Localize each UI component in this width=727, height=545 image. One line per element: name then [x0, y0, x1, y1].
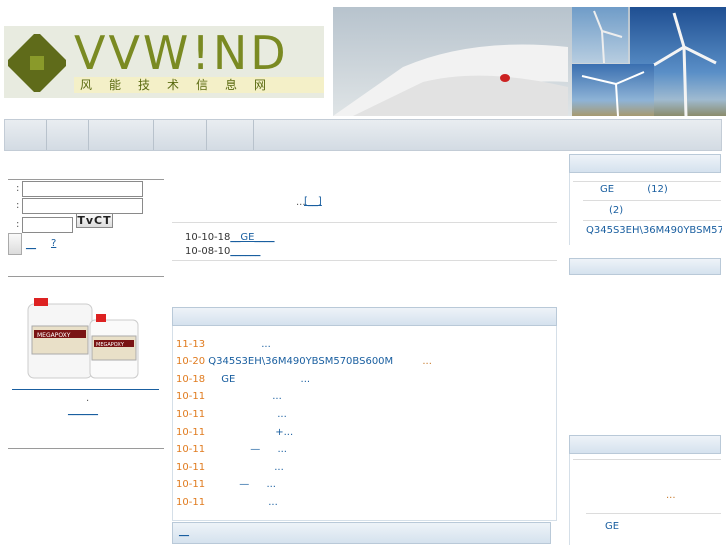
news-item[interactable]: 10-20 Q345S3EH\36M490YBSM570BS600M ... — [176, 356, 432, 367]
divider — [172, 222, 557, 223]
product-image-megapoxy[interactable]: MEGAPOXY MEGAPOXY — [24, 296, 142, 380]
captcha-image[interactable]: TvCT — [76, 213, 113, 228]
news-date: 10-18 — [176, 374, 206, 385]
news-date: 10-11 — [176, 462, 206, 473]
update-date: 10-08-10 — [185, 246, 231, 257]
nav-separator — [253, 120, 254, 150]
product-caption: . — [86, 393, 90, 404]
product-more-link[interactable]: ______ — [68, 405, 98, 416]
news-ellipsis: ... — [277, 444, 287, 455]
bottom-tab[interactable]: __ — [179, 526, 189, 537]
divider — [8, 179, 164, 180]
epoxy-containers-graphic: MEGAPOXY MEGAPOXY — [27, 298, 139, 379]
nav-item-5[interactable] — [207, 120, 253, 150]
news-ellipsis: ... — [300, 374, 311, 385]
nav-item-2[interactable] — [47, 120, 88, 150]
news-panel-header — [172, 307, 557, 326]
svg-text:MEGAPOXY: MEGAPOXY — [96, 342, 125, 348]
nav-item-3[interactable] — [89, 120, 153, 150]
logo-text: VVW!ND — [74, 26, 289, 80]
news-date: 10-11 — [176, 497, 206, 508]
right-box-3-ellipsis: ... — [666, 490, 676, 501]
right-item-1[interactable]: GE (12) — [600, 184, 668, 195]
divider — [586, 513, 721, 514]
login-button[interactable] — [8, 233, 22, 255]
bottom-panel-header — [172, 522, 551, 544]
news-item[interactable]: 10-11 ... — [176, 409, 287, 420]
svg-text:MEGAPOXY: MEGAPOXY — [37, 332, 71, 339]
notice-link[interactable]: [__] — [304, 196, 322, 207]
right-box-2-header — [569, 258, 721, 275]
forgot-password-link-text: ? — [51, 238, 57, 249]
photo-turbine-thumb-1 — [572, 7, 628, 64]
news-date: 10-20 — [176, 356, 206, 367]
captcha-label: : — [16, 219, 20, 230]
username-input[interactable] — [22, 181, 143, 197]
divider — [8, 448, 164, 449]
news-title[interactable]: — — [250, 444, 260, 455]
divider — [8, 276, 164, 277]
captcha-input[interactable] — [22, 217, 73, 233]
news-ellipsis: ... — [266, 479, 276, 490]
news-date: 10-11 — [176, 409, 206, 420]
news-item[interactable]: 10-11 ... — [176, 462, 284, 473]
product-title-link[interactable] — [12, 389, 159, 390]
news-item[interactable]: 10-11 ... — [176, 497, 278, 508]
right-box-3 — [569, 454, 721, 545]
username-label: : — [16, 183, 20, 194]
divider — [573, 459, 721, 460]
news-item[interactable]: 10-11 ... — [176, 391, 282, 402]
news-date: 10-11 — [176, 427, 206, 438]
divider — [583, 220, 721, 221]
update-date: 10-10-18 — [185, 232, 231, 243]
right-box-1-header — [569, 154, 721, 173]
news-title[interactable]: Q345S3EH\36M490YBSM570BS600M — [208, 356, 393, 367]
site-logo[interactable]: VVW!ND 风能技术信息网 — [4, 26, 324, 98]
nav-item-4[interactable] — [154, 120, 206, 150]
main-nav — [4, 119, 722, 151]
divider — [573, 181, 721, 182]
right-item-label[interactable]: GE — [600, 184, 614, 195]
logo-subtitle: 风能技术信息网 — [74, 77, 324, 93]
news-title[interactable]: — — [239, 479, 249, 490]
password-label: : — [16, 200, 20, 211]
news-date: 10-11 — [176, 391, 206, 402]
news-date: 10-11 — [176, 479, 206, 490]
update-title[interactable]: ______ — [230, 246, 260, 257]
password-input[interactable] — [22, 198, 143, 214]
update-item-2[interactable]: 10-08-10______ — [185, 246, 260, 257]
forgot-password-link[interactable]: ? — [40, 238, 58, 249]
right-box-3-item[interactable]: GE — [605, 521, 619, 532]
divider — [172, 260, 557, 261]
right-item-3[interactable]: Q345S3EH\36M490YBSM570 — [586, 225, 722, 236]
news-item[interactable]: 10-11 — ... — [176, 444, 287, 455]
news-ellipsis: +... — [275, 427, 294, 438]
update-title[interactable]: __GE____ — [230, 232, 274, 243]
turbine-blade-graphic — [333, 44, 568, 116]
news-title[interactable]: GE — [221, 374, 235, 385]
news-date: 11-13 — [176, 339, 206, 350]
news-ellipsis: ... — [422, 356, 432, 367]
register-link[interactable]: __ — [26, 239, 36, 250]
news-item[interactable]: 10-11 +... — [176, 427, 293, 438]
logo-mark-icon — [8, 34, 66, 92]
news-ellipsis: ... — [277, 409, 287, 420]
divider — [583, 200, 721, 201]
news-title[interactable]: ... — [261, 339, 271, 350]
news-item[interactable]: 10-11 — ... — [176, 479, 276, 490]
nav-item-1[interactable] — [5, 120, 46, 150]
news-ellipsis: ... — [268, 497, 278, 508]
right-item-count: (12) — [647, 184, 668, 195]
news-ellipsis: ... — [274, 462, 284, 473]
news-item[interactable]: 10-18 GE ... — [176, 374, 310, 385]
photo-turbine-thumb-3 — [572, 64, 654, 117]
news-date: 10-11 — [176, 444, 206, 455]
news-ellipsis: ... — [272, 391, 282, 402]
right-box-3-header — [569, 435, 721, 454]
update-item-1[interactable]: 10-10-18__GE____ — [185, 232, 274, 243]
right-item-count[interactable]: (2) — [609, 205, 623, 216]
news-item[interactable]: 11-13 ... — [176, 339, 271, 350]
